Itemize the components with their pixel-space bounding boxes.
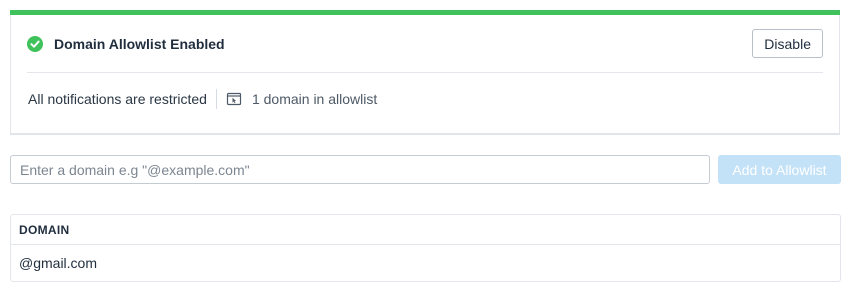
domain-count-text: 1 domain in allowlist — [251, 91, 378, 107]
table-row: @gmail.com — [11, 245, 840, 281]
disable-button[interactable]: Disable — [752, 29, 823, 58]
table-header-domain: DOMAIN — [11, 215, 840, 245]
status-title-group: Domain Allowlist Enabled — [27, 35, 225, 52]
domain-table: DOMAIN @gmail.com — [10, 214, 841, 282]
table-cell-domain: @gmail.com — [19, 255, 98, 271]
status-title: Domain Allowlist Enabled — [54, 35, 225, 52]
status-header: Domain Allowlist Enabled Disable — [27, 15, 823, 72]
status-meta-row: All notifications are restricted 1 domai… — [28, 73, 823, 125]
check-circle-icon — [27, 35, 43, 52]
window-icon — [226, 91, 242, 107]
meta-separator — [215, 89, 217, 109]
restriction-text: All notifications are restricted — [28, 91, 207, 107]
allowlist-status-card: Domain Allowlist Enabled Disable All not… — [10, 10, 840, 135]
add-to-allowlist-button[interactable]: Add to Allowlist — [718, 155, 841, 184]
domain-input[interactable] — [10, 155, 710, 184]
